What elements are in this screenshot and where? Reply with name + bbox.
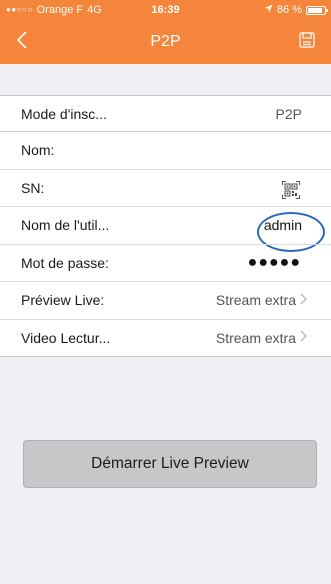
- status-bar: ●●○○○ Orange F 4G 16:39 86 %: [0, 0, 331, 20]
- row-registration-mode[interactable]: Mode d'insc... P2P: [0, 96, 331, 132]
- video-playback-select[interactable]: Stream extra: [216, 329, 307, 346]
- registration-mode-label: Mode d'insc...: [21, 106, 107, 122]
- preview-live-label: Préview Live:: [21, 292, 105, 309]
- status-right: 86 %: [264, 0, 328, 20]
- qr-code-icon[interactable]: [282, 180, 300, 199]
- chevron-right-icon: [300, 329, 307, 346]
- video-playback-value: Stream extra: [215, 329, 296, 346]
- password-field[interactable]: ●●●●●: [248, 254, 301, 272]
- location-arrow-icon: [264, 0, 273, 20]
- registration-mode-value: P2P: [275, 106, 302, 122]
- row-video-playback[interactable]: Video Lectur... Stream extra: [0, 320, 331, 357]
- name-label: Nom:: [21, 142, 55, 159]
- row-sn[interactable]: SN:: [0, 170, 331, 252]
- row-password[interactable]: Mot de passe: ●●●●●: [0, 245, 331, 282]
- battery-fill: [308, 7, 322, 13]
- battery-icon: [306, 5, 328, 15]
- page-title: P2P: [150, 33, 181, 50]
- save-icon: [299, 31, 315, 53]
- username-field[interactable]: admin: [264, 217, 302, 233]
- row-username[interactable]: Nom de l'util... admin: [0, 207, 331, 245]
- header: ●●○○○ Orange F 4G 16:39 86 % P2P: [0, 0, 331, 64]
- registration-mode-group: Mode d'insc... P2P: [0, 95, 331, 133]
- password-label: Mot de passe:: [21, 254, 109, 271]
- preview-live-value: Stream extra: [215, 292, 296, 309]
- sn-label: SN:: [21, 179, 45, 196]
- chevron-right-icon: [300, 292, 307, 309]
- save-button[interactable]: [289, 20, 325, 64]
- preview-live-select[interactable]: Stream extra: [216, 292, 307, 309]
- nav-bar: P2P: [0, 20, 331, 64]
- row-preview-live[interactable]: Préview Live: Stream extra: [0, 282, 331, 320]
- device-settings-group: Nom: SN: Nom de l'util... admin Mot de p…: [0, 131, 331, 357]
- video-playback-label: Video Lectur...: [21, 329, 111, 346]
- row-name[interactable]: Nom:: [0, 132, 331, 170]
- username-label: Nom de l'util...: [21, 217, 110, 234]
- start-live-preview-button[interactable]: Démarrer Live Preview: [23, 440, 317, 488]
- battery-percentage: 86 %: [276, 4, 302, 16]
